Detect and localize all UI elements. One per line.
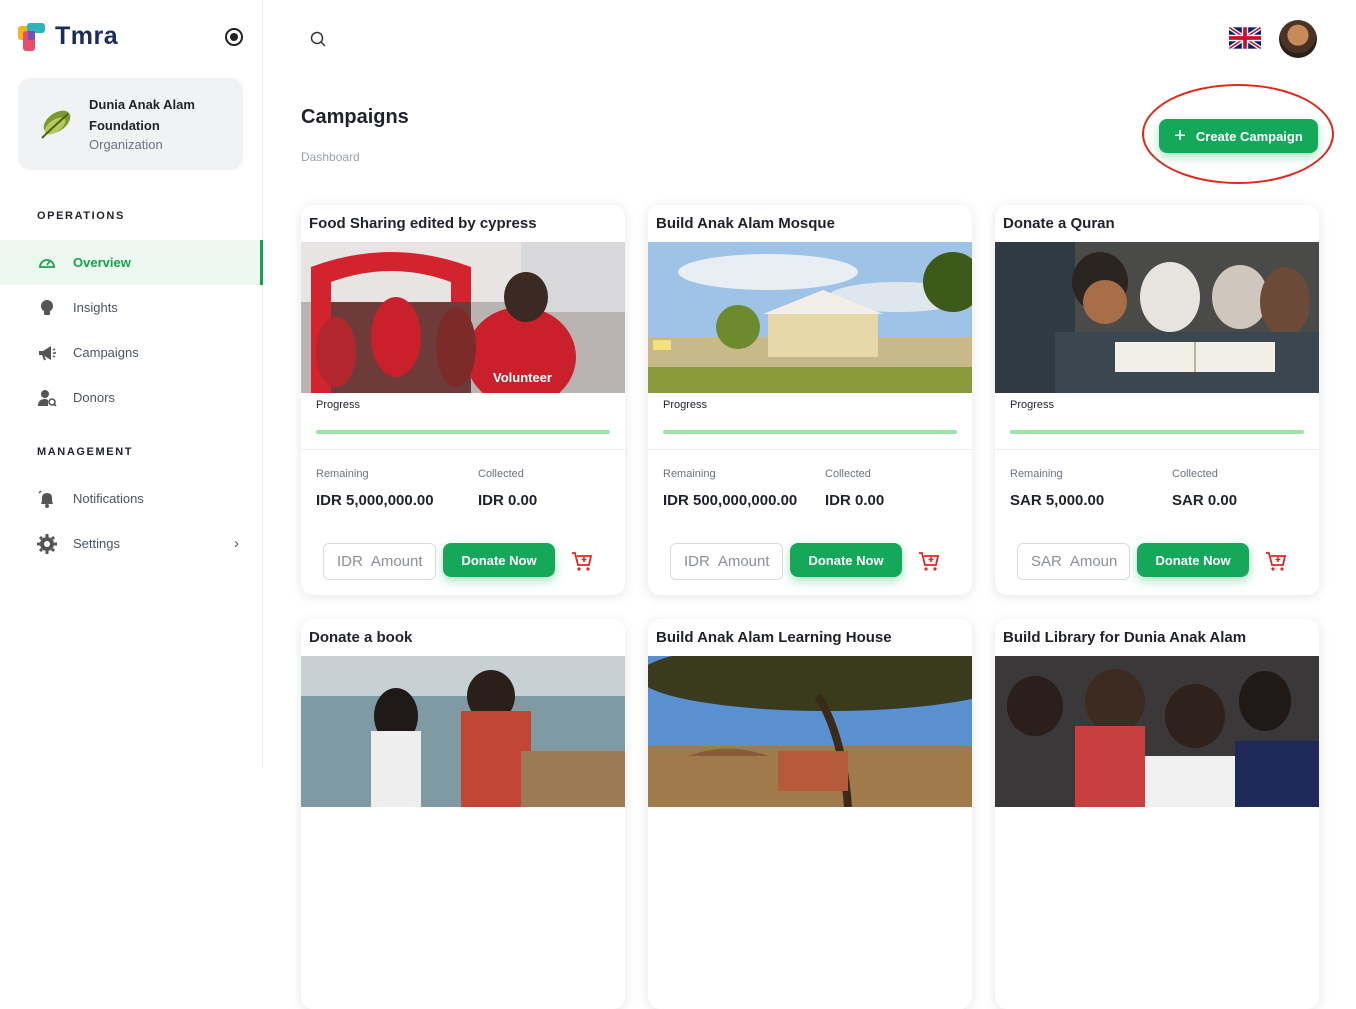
donate-now-button[interactable]: Donate Now [790, 543, 902, 577]
collected-value: SAR 0.00 [1172, 492, 1238, 509]
app-logo[interactable]: Tmra [18, 22, 118, 51]
collected-value: IDR 0.00 [825, 492, 885, 509]
plus-icon: + [1174, 125, 1186, 147]
section-operations: OPERATIONS [37, 210, 125, 222]
collected-label: Collected [825, 468, 871, 480]
chevron-right-icon: › [234, 535, 239, 552]
collected-label: Collected [478, 468, 524, 480]
campaign-title: Donate a Quran [1003, 215, 1115, 232]
campaign-image [648, 242, 972, 393]
remaining-label: Remaining [663, 468, 716, 480]
leaf-logo-icon [41, 110, 71, 139]
sidebar-item-label: Insights [73, 300, 118, 315]
svg-text:Volunteer: Volunteer [493, 370, 552, 385]
progress-bar [1010, 430, 1304, 434]
campaign-title: Build Library for Dunia Anak Alam [1003, 629, 1247, 646]
donate-now-button[interactable]: Donate Now [1137, 543, 1249, 577]
sidebar-item-label: Campaigns [73, 345, 139, 360]
user-avatar[interactable] [1279, 20, 1317, 58]
organization-name: Dunia Anak Alam Foundation [89, 97, 195, 133]
megaphone-icon [37, 343, 57, 363]
campaign-image: Volunteer [301, 242, 625, 393]
user-search-icon [37, 388, 57, 408]
campaign-image [995, 242, 1319, 393]
campaign-card[interactable]: Build Anak Alam Mosque Progress Remainin… [648, 205, 972, 595]
progress-bar [316, 430, 610, 434]
campaign-card[interactable]: Food Sharing edited by cypress Volunteer… [301, 205, 625, 595]
lightbulb-icon [37, 298, 57, 318]
gear-icon [37, 533, 57, 554]
create-campaign-button[interactable]: + Create Campaign [1159, 119, 1318, 153]
collected-label: Collected [1172, 468, 1218, 480]
divider [648, 449, 972, 450]
currency-label: IDR [684, 553, 710, 570]
sidebar-item-label: Notifications [73, 491, 144, 506]
currency-label: SAR [1031, 553, 1062, 570]
sidebar-item-settings[interactable]: Settings › [0, 521, 263, 566]
tmra-logo-icon [18, 22, 45, 51]
progress-label: Progress [663, 399, 708, 411]
search-icon[interactable] [310, 31, 326, 47]
amount-placeholder: Amount [370, 553, 423, 570]
add-to-cart-icon[interactable] [571, 550, 593, 572]
progress-label: Progress [1010, 399, 1055, 411]
campaign-card[interactable]: Donate a Quran Progress Remaining Collec… [995, 205, 1319, 595]
progress-bar [663, 430, 957, 434]
campaign-image [995, 656, 1319, 807]
remaining-label: Remaining [1010, 468, 1063, 480]
sidebar-item-label: Overview [73, 255, 131, 270]
create-campaign-label: Create Campaign [1195, 128, 1303, 144]
remaining-value: IDR 5,000,000.00 [316, 492, 434, 509]
sidebar-item-notifications[interactable]: Notifications [0, 476, 263, 521]
campaign-title: Build Anak Alam Mosque [656, 215, 835, 232]
uk-flag-icon[interactable] [1229, 26, 1261, 50]
campaign-title: Donate a book [309, 629, 413, 646]
section-management: MANAGEMENT [37, 446, 134, 458]
remaining-label: Remaining [316, 468, 369, 480]
collected-value: IDR 0.00 [478, 492, 538, 509]
campaign-image [301, 656, 625, 807]
campaign-card[interactable]: Build Anak Alam Learning House [648, 619, 972, 1009]
organization-card[interactable]: Dunia Anak Alam Foundation Organization [18, 78, 243, 170]
bell-icon [37, 489, 57, 509]
progress-label: Progress [316, 399, 361, 411]
breadcrumb[interactable]: Dashboard [301, 150, 360, 164]
sidebar-item-campaigns[interactable]: Campaigns [0, 330, 263, 375]
campaign-title: Build Anak Alam Learning House [656, 629, 892, 646]
sidebar-item-label: Donors [73, 390, 115, 405]
app-name: Tmra [55, 22, 119, 50]
sidebar-toggle-icon[interactable] [225, 28, 243, 46]
campaign-image [648, 656, 972, 807]
amount-input[interactable]: IDR Amount [323, 543, 436, 580]
add-to-cart-icon[interactable] [1265, 550, 1287, 572]
amount-input[interactable]: IDR Amount [670, 543, 783, 580]
page-title: Campaigns [301, 106, 409, 128]
currency-label: IDR [337, 553, 363, 570]
sidebar-item-insights[interactable]: Insights [0, 285, 263, 330]
campaign-title: Food Sharing edited by cypress [309, 215, 537, 232]
amount-placeholder: Amoun [1069, 553, 1118, 570]
divider [301, 449, 625, 450]
campaign-card[interactable]: Build Library for Dunia Anak Alam [995, 619, 1319, 1009]
sidebar-item-label: Settings [73, 536, 120, 551]
organization-type: Organization [89, 137, 163, 152]
donate-now-button[interactable]: Donate Now [443, 543, 555, 577]
sidebar-item-donors[interactable]: Donors [0, 375, 263, 420]
remaining-value: SAR 5,000.00 [1010, 492, 1105, 509]
sidebar: Tmra Dunia Anak Alam Foundation Organiza… [0, 0, 263, 768]
dashboard-icon [37, 253, 57, 273]
amount-placeholder: Amount [717, 553, 770, 570]
campaign-card[interactable]: Donate a book [301, 619, 625, 1009]
divider [995, 449, 1319, 450]
remaining-value: IDR 500,000,000.00 [663, 492, 798, 509]
sidebar-item-overview[interactable]: Overview [0, 240, 263, 285]
amount-input[interactable]: SAR Amoun [1017, 543, 1130, 580]
add-to-cart-icon[interactable] [918, 550, 940, 572]
